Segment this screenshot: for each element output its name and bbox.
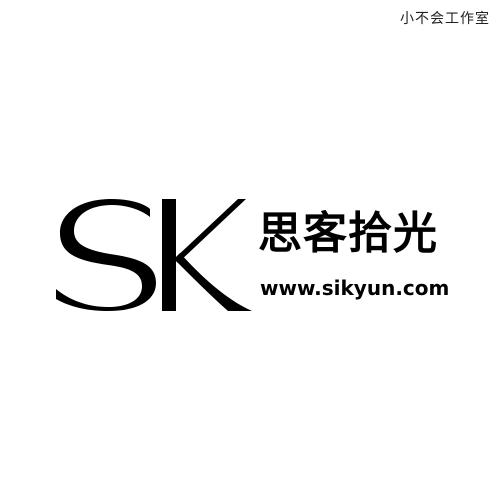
k-upper-arm bbox=[174, 199, 246, 263]
sk-monogram-logo bbox=[56, 199, 252, 311]
brand-url: www.sikyun.com bbox=[260, 276, 450, 300]
brand-name: 思客拾光 bbox=[258, 208, 438, 259]
studio-label: 小不会工作室 bbox=[400, 11, 490, 27]
k-lower-leg bbox=[174, 253, 252, 311]
s-letter bbox=[56, 199, 156, 311]
k-stem bbox=[162, 199, 176, 311]
logo-canvas: 小不会工作室 思客拾光 www.sikyun.com bbox=[0, 0, 500, 500]
